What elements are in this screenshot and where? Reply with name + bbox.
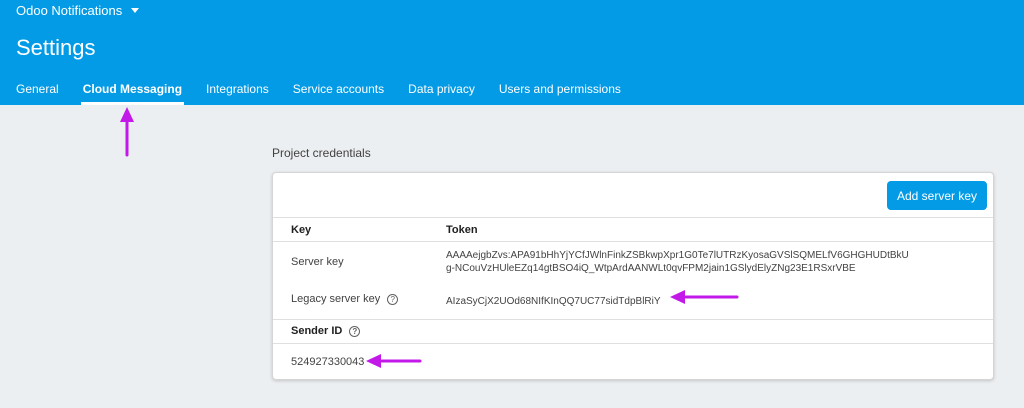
annotation-arrow-left	[670, 290, 739, 304]
sender-id-header-row: Sender ID ?	[273, 319, 993, 343]
add-server-key-button[interactable]: Add server key	[887, 181, 987, 210]
table-header-row: Key Token	[273, 217, 993, 241]
card-toolbar: Add server key	[273, 173, 993, 217]
tab-data-privacy[interactable]: Data privacy	[408, 82, 475, 105]
server-key-token[interactable]: AAAAejgbZvs:APA91bHhYjYCfJWlnFinkZSBkwpX…	[446, 249, 909, 275]
column-header-token: Token	[446, 224, 478, 236]
legacy-server-key-token[interactable]: AIzaSyCjX2UOd68NIfKInQQ7UC77sidTdpBlRiY	[446, 295, 661, 308]
annotation-arrow-up	[120, 107, 134, 157]
section-label: Project credentials	[272, 146, 371, 160]
credentials-card: Add server key Key Token Server key AAAA…	[272, 172, 994, 380]
tab-cloud-messaging[interactable]: Cloud Messaging	[80, 82, 185, 105]
dropdown-caret-icon	[131, 8, 140, 13]
server-key-label: Server key	[291, 256, 344, 268]
tab-integrations[interactable]: Integrations	[206, 82, 269, 105]
tab-general[interactable]: General	[16, 82, 59, 105]
top-app-bar: Odoo Notifications Settings General Clou…	[0, 0, 1024, 105]
server-key-token-line-1: AAAAejgbZvs:APA91bHhYjYCfJWlnFinkZSBkwpX…	[446, 250, 909, 261]
sender-id-label-group: Sender ID ?	[291, 325, 361, 337]
settings-tabs: General Cloud Messaging Integrations Ser…	[16, 82, 645, 105]
sender-id-value[interactable]: 524927330043	[291, 356, 364, 368]
project-name: Odoo Notifications	[16, 3, 123, 18]
tab-users-and-permissions[interactable]: Users and permissions	[499, 82, 621, 105]
tab-service-accounts[interactable]: Service accounts	[293, 82, 384, 105]
server-key-token-line-2: g-NCouVzHUleEZq14gtBSO4iQ_WtpArdAANWLt0q…	[446, 263, 856, 274]
help-icon[interactable]: ?	[387, 293, 399, 305]
legacy-server-key-label-group: Legacy server key ?	[291, 293, 399, 305]
column-header-key: Key	[291, 224, 312, 236]
page-title: Settings	[16, 35, 96, 60]
project-switcher[interactable]: Odoo Notifications	[16, 3, 140, 18]
annotation-arrow-left	[366, 354, 422, 368]
sender-id-label: Sender ID	[291, 325, 343, 337]
server-key-row: Server key AAAAejgbZvs:APA91bHhYjYCfJWln…	[273, 241, 993, 319]
legacy-server-key-label: Legacy server key	[291, 293, 381, 305]
help-icon[interactable]: ?	[349, 325, 361, 337]
